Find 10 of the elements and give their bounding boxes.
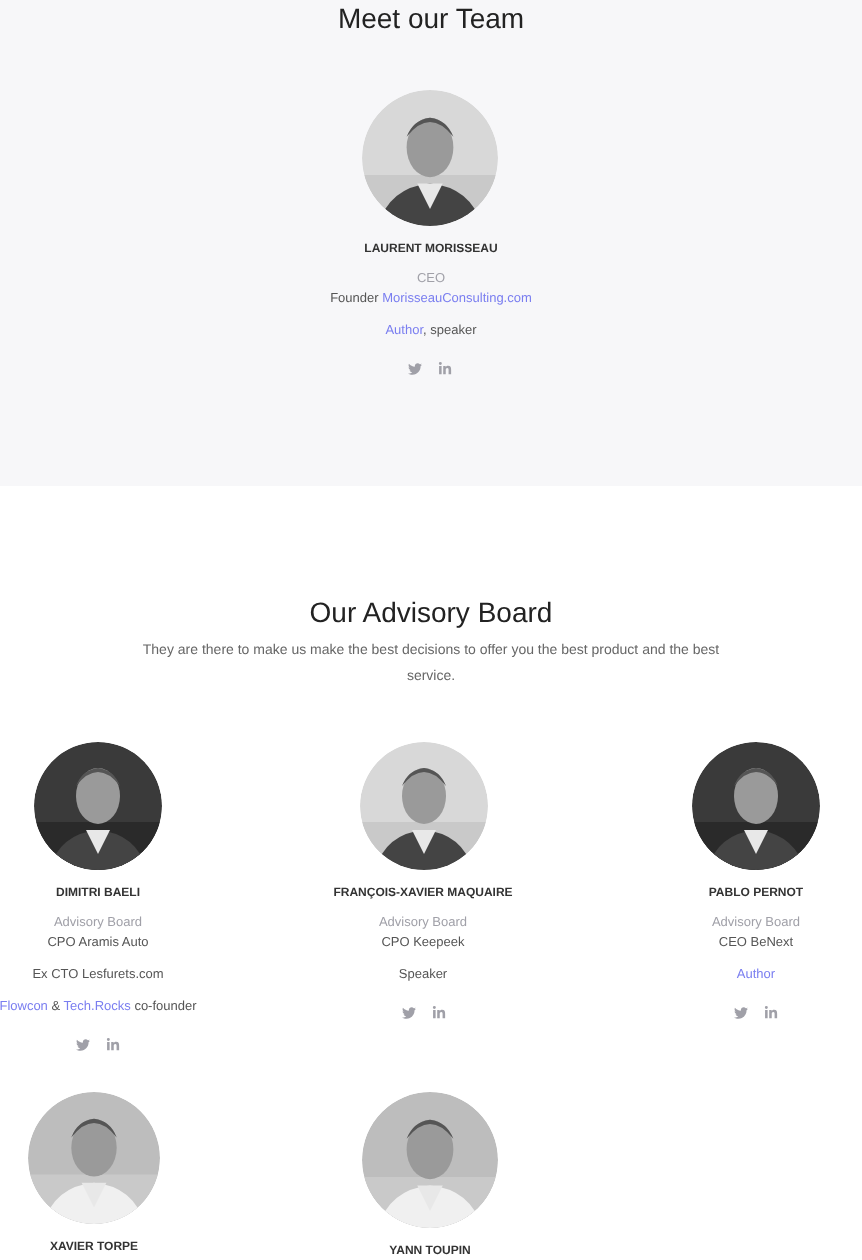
linkedin-icon[interactable] [106, 1038, 120, 1052]
twitter-icon[interactable] [401, 1006, 415, 1020]
linkedin-icon[interactable] [438, 362, 453, 376]
twitter-icon[interactable] [76, 1038, 90, 1052]
linkedin-icon[interactable] [431, 1006, 445, 1020]
twitter-icon[interactable] [408, 362, 423, 376]
twitter-icon[interactable] [734, 1006, 748, 1020]
linkedin-icon[interactable] [764, 1006, 778, 1020]
section-title: Our Advisory Board [309, 596, 553, 628]
section-title: Meet our Team [337, 2, 525, 34]
